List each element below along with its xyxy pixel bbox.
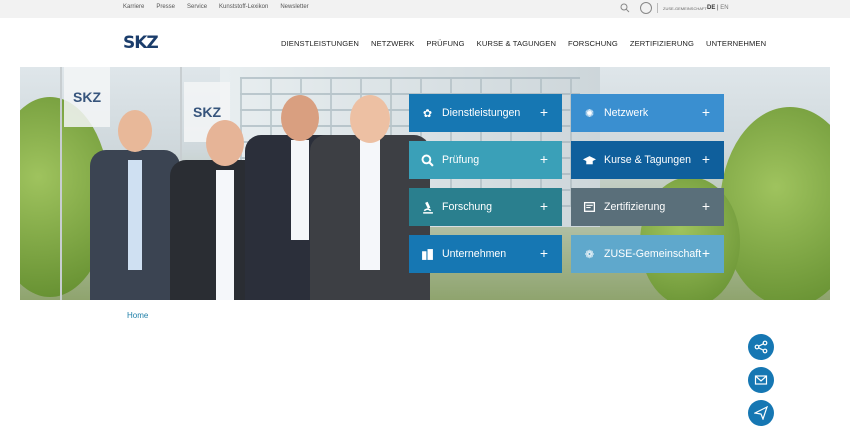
zuse-icon: ❁ xyxy=(584,248,595,261)
network-icon: ✺ xyxy=(584,107,595,120)
nav-kurse-tagungen[interactable]: KURSE & TAGUNGEN xyxy=(477,39,556,48)
zuse-label: ZUSE-GEMEINSCHAFT xyxy=(663,5,707,11)
skz-logo[interactable]: SKZ xyxy=(123,33,159,53)
plus-icon: + xyxy=(701,198,710,214)
lang-en[interactable]: EN xyxy=(720,5,728,11)
search-icon[interactable] xyxy=(620,3,630,13)
send-button[interactable] xyxy=(748,400,774,426)
tree xyxy=(720,107,830,300)
link-kunststoff-lexikon[interactable]: Kunststoff-Lexikon xyxy=(219,4,268,10)
microscope-icon xyxy=(423,201,433,214)
flag-text: SKZ xyxy=(73,89,101,105)
tile-label: Prüfung xyxy=(442,154,480,166)
link-karriere[interactable]: Karriere xyxy=(123,4,144,10)
nav-unternehmen[interactable]: UNTERNEHMEN xyxy=(706,39,766,48)
nav-pruefung[interactable]: PRÜFUNG xyxy=(426,39,464,48)
mail-icon xyxy=(754,375,768,385)
tile-unternehmen[interactable]: Unternehmen + xyxy=(409,235,562,273)
plus-icon: + xyxy=(539,245,548,261)
share-icon xyxy=(754,340,768,354)
flag-pole xyxy=(60,67,62,300)
hero-banner: SKZ SKZ ✿ Dienstleistungen + ✺ Netzwerk … xyxy=(20,67,830,300)
tile-netzwerk[interactable]: ✺ Netzwerk + xyxy=(571,94,724,132)
magnifier-icon xyxy=(421,154,434,167)
flag-text: SKZ xyxy=(193,104,221,120)
tile-forschung[interactable]: Forschung + xyxy=(409,188,562,226)
tile-label: ZUSE-Gemeinschaft xyxy=(604,248,702,260)
tile-label: Netzwerk xyxy=(604,107,649,119)
top-utility-bar: Karriere Presse Service Kunststoff-Lexik… xyxy=(0,0,850,18)
link-service[interactable]: Service xyxy=(187,4,207,10)
tile-dienstleistungen[interactable]: ✿ Dienstleistungen + xyxy=(409,94,562,132)
nav-zertifizierung[interactable]: ZERTIFIZIERUNG xyxy=(630,39,694,48)
link-newsletter[interactable]: Newsletter xyxy=(280,4,308,10)
main-nav: DIENSTLEISTUNGEN NETZWERK PRÜFUNG KURSE … xyxy=(281,39,766,48)
zuse-gemeinschaft-link[interactable]: ZUSE-GEMEINSCHAFT xyxy=(640,2,707,14)
tile-label: Forschung xyxy=(442,201,493,213)
tile-label: Kurse & Tagungen xyxy=(604,154,691,166)
certificate-icon xyxy=(583,201,596,212)
tile-kurse-tagungen[interactable]: Kurse & Tagungen + xyxy=(571,141,724,179)
lang-de[interactable]: DE xyxy=(707,5,715,11)
nav-dienstleistungen[interactable]: DIENSTLEISTUNGEN xyxy=(281,39,359,48)
lang-separator: | xyxy=(717,5,719,11)
tile-zertifizierung[interactable]: Zertifizierung + xyxy=(571,188,724,226)
graduation-cap-icon xyxy=(583,155,596,164)
nav-forschung[interactable]: FORSCHUNG xyxy=(568,39,618,48)
share-button[interactable] xyxy=(748,334,774,360)
nav-netzwerk[interactable]: NETZWERK xyxy=(371,39,414,48)
paper-plane-icon xyxy=(754,406,768,420)
language-switch: DE | EN xyxy=(707,5,729,11)
breadcrumb-home[interactable]: Home xyxy=(127,311,148,320)
plus-icon: + xyxy=(539,151,548,167)
main-header: SKZ DIENSTLEISTUNGEN NETZWERK PRÜFUNG KU… xyxy=(0,18,850,67)
plus-icon: + xyxy=(539,198,548,214)
divider xyxy=(657,3,658,13)
tile-zuse-gemeinschaft[interactable]: ❁ ZUSE-Gemeinschaft + xyxy=(571,235,724,273)
tile-label: Zertifizierung xyxy=(604,201,666,213)
zuse-logo-icon xyxy=(640,2,652,14)
tile-label: Unternehmen xyxy=(442,248,507,260)
plus-icon: + xyxy=(539,104,548,120)
plus-icon: + xyxy=(701,104,710,120)
plus-icon: + xyxy=(701,151,710,167)
link-presse[interactable]: Presse xyxy=(156,4,175,10)
tile-label: Dienstleistungen xyxy=(442,107,521,119)
building-icon xyxy=(422,248,433,260)
mail-button[interactable] xyxy=(748,367,774,393)
tile-pruefung[interactable]: Prüfung + xyxy=(409,141,562,179)
person xyxy=(90,110,180,300)
handshake-icon: ✿ xyxy=(422,107,433,120)
plus-icon: + xyxy=(701,245,710,261)
utility-links: Karriere Presse Service Kunststoff-Lexik… xyxy=(123,4,309,10)
